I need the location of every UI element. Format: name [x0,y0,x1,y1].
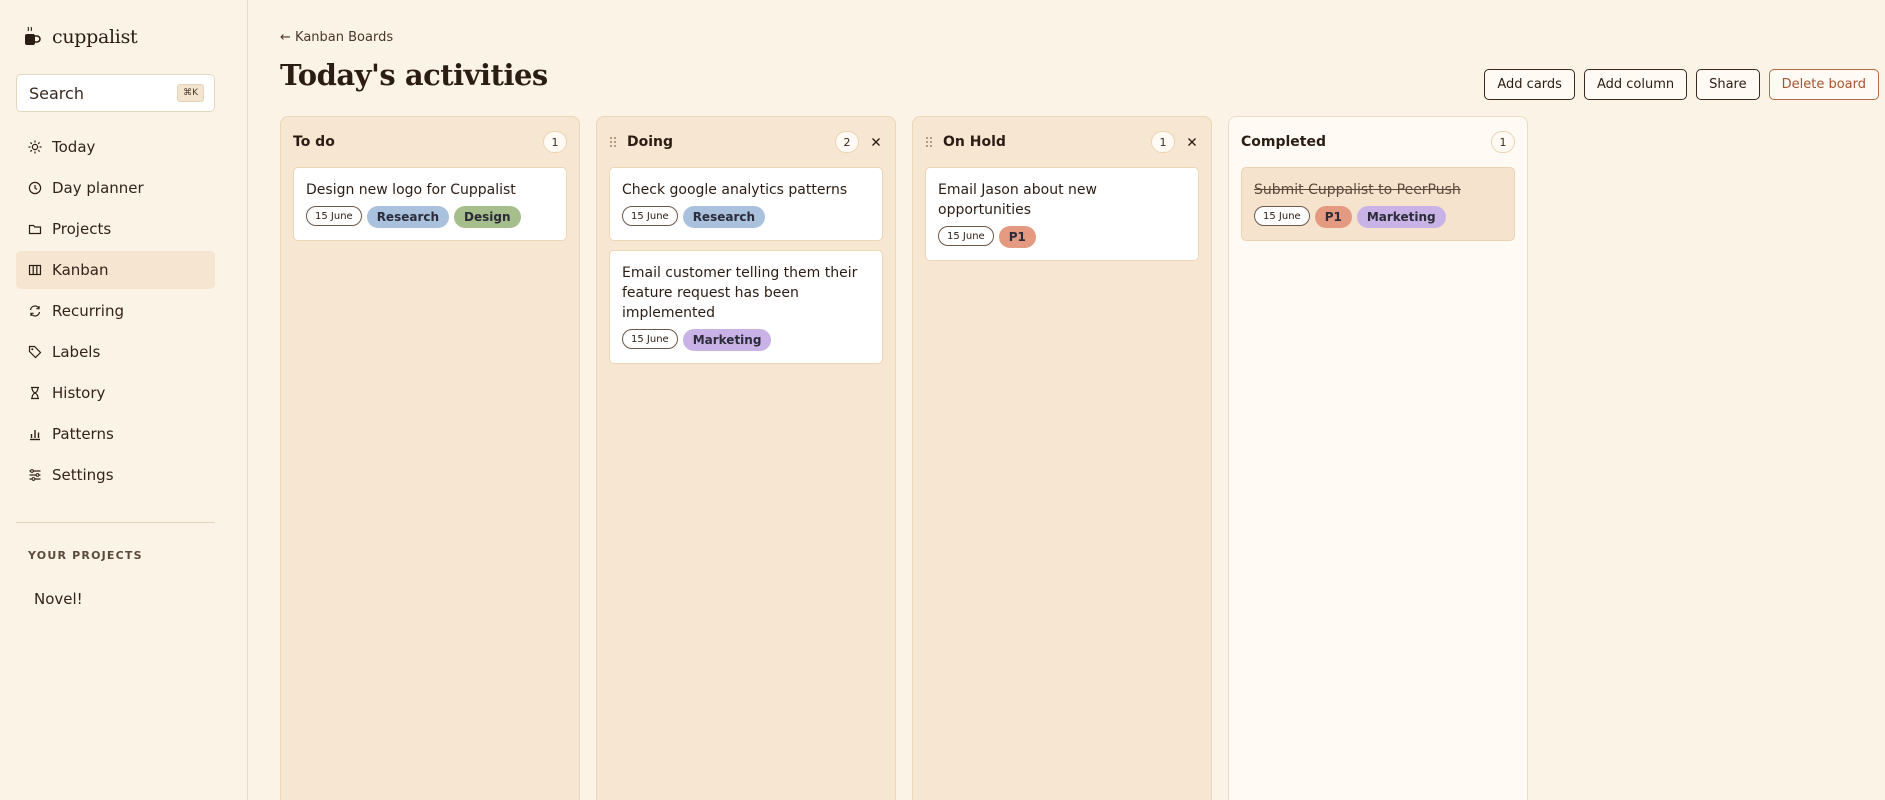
kanban-card[interactable]: Check google analytics patterns 15 June Re… [609,167,883,241]
column-title: Completed [1241,134,1327,150]
sidebar-item-label: Patterns [52,425,114,443]
sidebar-item-day-planner[interactable]: Day planner [16,169,215,207]
kanban-board: To do 1 Design new logo for Cuppalist 15 Ju… [280,116,1528,800]
add-column-button[interactable]: Add column [1583,69,1688,100]
kanban-card[interactable]: Email Jason about new opportunities 15 Ju… [925,167,1199,261]
card-title: Submit Cuppalist to PeerPush [1254,182,1461,198]
column-header: Doing 2 [609,117,883,167]
search-shortcut: ⌘K [177,84,204,102]
card-tags: 15 June P1 [938,226,1186,248]
close-icon[interactable] [1185,135,1199,149]
sidebar-item-label: Settings [52,466,114,484]
sidebar-item-label: Today [52,138,96,156]
card-tags: 15 June Research [622,206,870,228]
drag-handle-icon[interactable] [609,136,619,148]
app-name: cuppalist [52,26,138,48]
label-badge-p1: P1 [998,226,1036,248]
drag-handle-icon[interactable] [925,136,935,148]
sidebar-item-label: Projects [52,220,112,238]
sidebar-item-kanban[interactable]: Kanban [16,251,215,289]
sidebar-item-settings[interactable]: Settings [16,456,215,494]
search-input[interactable]: Search ⌘K [16,74,215,112]
card-tags: 15 June P1 Marketing [1254,206,1502,228]
tag-icon [28,345,42,359]
sidebar-item-label: Kanban [52,261,109,279]
card-tags: 15 June Marketing [622,329,870,351]
delete-board-button[interactable]: Delete board [1768,69,1879,100]
sidebar-nav: Today Day planner Projects Kanban Recurring L… [16,128,215,497]
card-tags: 15 June Research Design [306,206,554,228]
column-header: To do 1 [293,117,567,167]
hourglass-icon [28,386,42,400]
column-count-badge: 1 [1151,131,1175,153]
kanban-card[interactable]: Submit Cuppalist to PeerPush 15 June P1 Mar… [1241,167,1515,241]
project-item-novel[interactable]: Novel! [34,590,83,608]
cup-icon [22,26,44,48]
label-badge-marketing: Marketing [1356,206,1446,228]
sun-icon [28,140,42,154]
sidebar-item-recurring[interactable]: Recurring [16,292,215,330]
label-badge-p1: P1 [1314,206,1352,228]
column-completed: Completed 1 Submit Cuppalist to PeerPush 15… [1228,116,1528,800]
column-header: Completed 1 [1241,117,1515,167]
column-to-do: To do 1 Design new logo for Cuppalist 15 Ju… [280,116,580,800]
sidebar-item-projects[interactable]: Projects [16,210,215,248]
close-icon[interactable] [869,135,883,149]
sidebar-item-label: Labels [52,343,101,361]
label-badge-research: Research [682,206,766,228]
kanban-card[interactable]: Email customer telling them their featur… [609,250,883,364]
kanban-icon [28,263,42,277]
sidebar-item-patterns[interactable]: Patterns [16,415,215,453]
sidebar-divider [16,522,215,523]
column-count-badge: 2 [835,131,859,153]
column-title: Doing [627,134,674,150]
sidebar-item-label: Day planner [52,179,144,197]
refresh-icon [28,304,42,318]
column-count-badge: 1 [1491,131,1515,153]
projects-heading: YOUR PROJECTS [28,549,143,562]
card-title: Check google analytics patterns [622,182,848,198]
due-date-badge: 15 June [1254,206,1310,226]
column-on-hold: On Hold 1 Email Jason about new opportunit… [912,116,1212,800]
card-title: Email Jason about new opportunities [938,182,1097,218]
app-logo[interactable]: cuppalist [22,26,138,48]
column-title: To do [293,134,335,150]
column-count-badge: 1 [543,131,567,153]
due-date-badge: 15 June [622,329,678,349]
board-toolbar: Add cards Add column Share Delete board [1484,69,1879,100]
share-button[interactable]: Share [1696,69,1760,100]
card-title: Design new logo for Cuppalist [306,182,516,198]
search-label: Search [29,83,84,103]
due-date-badge: 15 June [622,206,678,226]
sidebar: cuppalist Search ⌘K Today Day planner Proj… [0,0,248,800]
folder-icon [28,222,42,236]
due-date-badge: 15 June [306,206,362,226]
due-date-badge: 15 June [938,226,994,246]
column-doing: Doing 2 Check google analytics patterns 15 … [596,116,896,800]
page-title: Today's activities [280,58,548,92]
sidebar-item-label: History [52,384,106,402]
bar-chart-icon [28,427,42,441]
sidebar-item-today[interactable]: Today [16,128,215,166]
label-badge-design: Design [454,206,521,228]
sidebar-item-label: Recurring [52,302,124,320]
column-title: On Hold [943,134,1006,150]
label-badge-research: Research [366,206,450,228]
add-cards-button[interactable]: Add cards [1484,69,1575,100]
card-title: Email customer telling them their featur… [622,265,858,321]
kanban-card[interactable]: Design new logo for Cuppalist 15 June Rese… [293,167,567,241]
clock-icon [28,181,42,195]
label-badge-marketing: Marketing [682,329,772,351]
sidebar-item-labels[interactable]: Labels [16,333,215,371]
sidebar-item-history[interactable]: History [16,374,215,412]
back-to-boards-link[interactable]: ← Kanban Boards [280,30,393,45]
column-header: On Hold 1 [925,117,1199,167]
sliders-icon [28,468,42,482]
